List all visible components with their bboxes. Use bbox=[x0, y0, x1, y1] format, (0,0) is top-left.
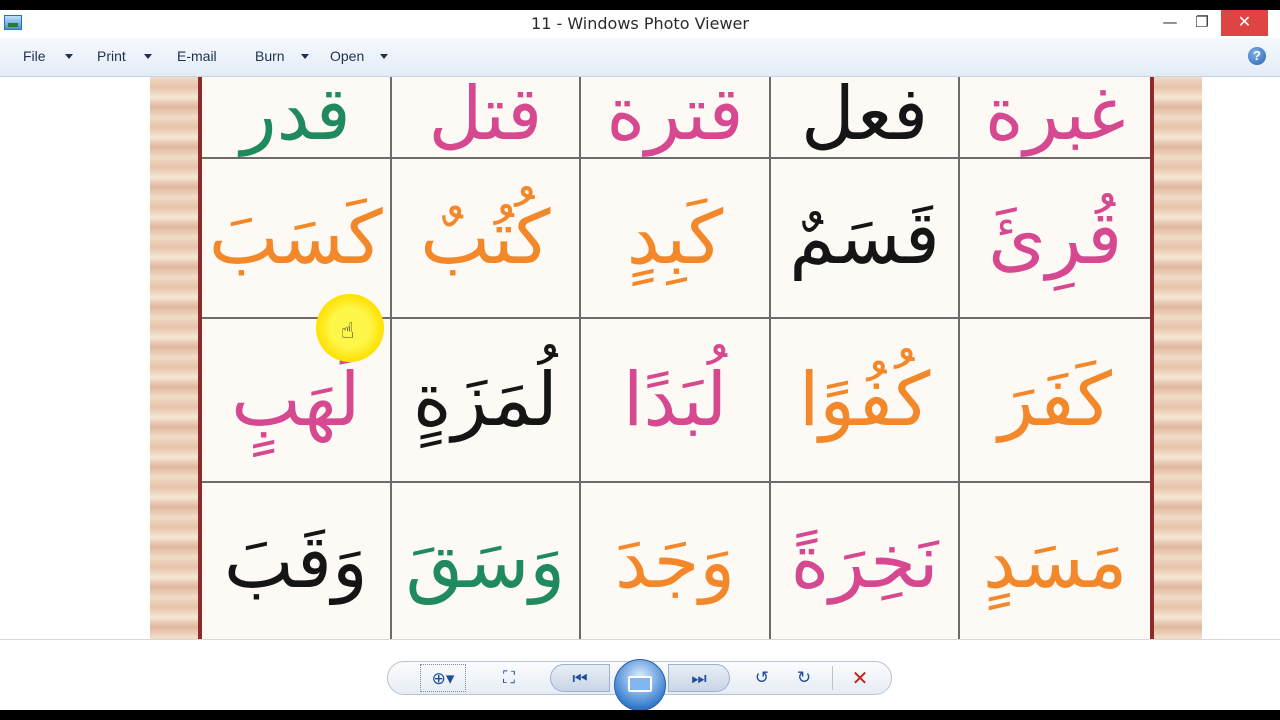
word-cell: قدر bbox=[202, 77, 392, 159]
decorative-border-right bbox=[1150, 77, 1202, 639]
photo-display-area[interactable]: قدر قتل قترة فعل غبرة كَسَبَ كُتُبٌ كَبِدٍ قَسَم… bbox=[0, 77, 1280, 639]
word-cell: كَبِدٍ bbox=[581, 159, 771, 319]
word-cell: قتل bbox=[391, 77, 582, 159]
taskbar-strip bbox=[0, 710, 1280, 720]
word-cell: كُتُبٌ bbox=[391, 159, 582, 319]
delete-icon[interactable]: ✕ bbox=[846, 664, 874, 692]
file-menu-chevron-down-icon[interactable] bbox=[65, 54, 73, 59]
rotate-left-icon[interactable]: ↺ bbox=[748, 664, 776, 692]
word-cell: فعل bbox=[770, 77, 961, 159]
word-cell: نَخِرَةً bbox=[770, 483, 961, 639]
open-menu-chevron-down-icon[interactable] bbox=[380, 54, 388, 59]
word-cell: مَسَدٍ bbox=[960, 483, 1150, 639]
previous-button[interactable]: ⏮ bbox=[550, 664, 610, 692]
burn-menu[interactable]: Burn bbox=[255, 48, 285, 64]
fit-window-icon[interactable]: ⛶ bbox=[494, 664, 524, 692]
word-cell: قُرِئَ bbox=[960, 159, 1150, 319]
window-title: 11 - Windows Photo Viewer bbox=[531, 14, 749, 33]
open-menu[interactable]: Open bbox=[330, 48, 364, 64]
photo-viewer-window: 11 - Windows Photo Viewer — ❐ ✕ File Pri… bbox=[0, 10, 1280, 710]
word-cell: وَقَبَ bbox=[202, 483, 392, 639]
file-menu[interactable]: File bbox=[23, 48, 46, 64]
word-cell: لُمَزَةٍ bbox=[391, 319, 582, 483]
print-menu[interactable]: Print bbox=[97, 48, 126, 64]
rotate-right-icon[interactable]: ↻ bbox=[790, 664, 818, 692]
next-icon: ⏭ bbox=[691, 669, 707, 689]
word-cell: قترة bbox=[581, 77, 771, 159]
title-bar: 11 - Windows Photo Viewer — ❐ ✕ bbox=[0, 10, 1280, 38]
word-cell: قَسَمٌ bbox=[770, 159, 961, 319]
previous-icon: ⏮ bbox=[572, 669, 588, 689]
close-button[interactable]: ✕ bbox=[1221, 10, 1268, 36]
slideshow-button[interactable] bbox=[614, 659, 666, 710]
word-cell: لُبَدًا bbox=[581, 319, 771, 483]
displayed-photo: قدر قتل قترة فعل غبرة كَسَبَ كُتُبٌ كَبِدٍ قَسَم… bbox=[150, 77, 1202, 639]
word-cell: كُفُوًا bbox=[770, 319, 961, 483]
word-cell: وَجَدَ bbox=[581, 483, 771, 639]
hand-cursor-icon: ☝ bbox=[341, 319, 355, 344]
word-cell: كَسَبَ bbox=[202, 159, 392, 319]
toolbar-divider bbox=[832, 666, 833, 690]
zoom-icon[interactable]: ⊕▾ bbox=[420, 664, 466, 692]
bottom-toolbar: ⊕▾ ⛶ ⏮ ⏭ ↺ ↻ ✕ bbox=[0, 639, 1280, 710]
print-menu-chevron-down-icon[interactable] bbox=[144, 54, 152, 59]
next-button[interactable]: ⏭ bbox=[668, 664, 730, 692]
word-cell: وَسَقَ bbox=[391, 483, 582, 639]
burn-menu-chevron-down-icon[interactable] bbox=[301, 54, 309, 59]
help-icon[interactable]: ? bbox=[1248, 47, 1266, 65]
maximize-button[interactable]: ❐ bbox=[1180, 10, 1224, 36]
email-button[interactable]: E-mail bbox=[177, 48, 217, 64]
menu-bar: File Print E-mail Burn Open ? bbox=[0, 38, 1280, 77]
decorative-border-left bbox=[150, 77, 202, 639]
word-cell: غبرة bbox=[960, 77, 1150, 159]
word-cell: كَفَرَ bbox=[960, 319, 1150, 483]
